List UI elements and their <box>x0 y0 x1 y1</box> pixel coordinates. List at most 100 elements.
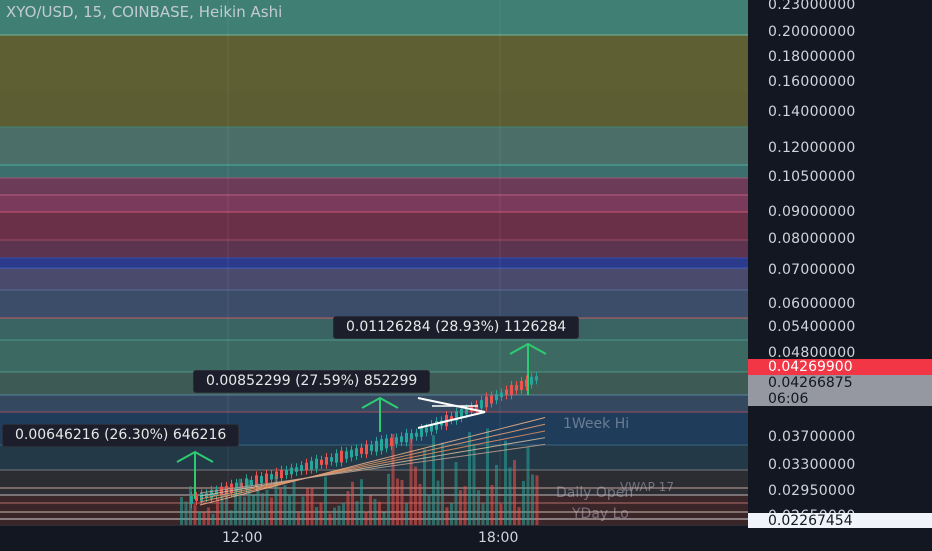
candle-body <box>415 432 418 437</box>
price-tick-label: 0.06000000 <box>768 296 856 312</box>
volume-bar <box>373 498 377 525</box>
price-tick-label: 0.03700000 <box>768 429 856 445</box>
volume-bar <box>310 487 314 525</box>
candle-body <box>315 458 318 469</box>
volume-bar <box>261 493 264 525</box>
volume-bar <box>513 460 516 525</box>
chart-plot-area[interactable]: XYO/USD, 15, COINBASE, Heikin Ashi 0.006… <box>0 0 748 525</box>
volume-bar <box>202 511 206 525</box>
current-price-tag: 0.04266875 <box>748 375 932 391</box>
volume-bar <box>387 473 390 525</box>
time-axis[interactable]: 12:00 18:00 <box>0 525 748 551</box>
price-tick-label: 0.09000000 <box>768 204 856 220</box>
candle-body <box>385 438 388 449</box>
candle-body <box>345 451 348 459</box>
volume-bar <box>328 513 332 525</box>
candle-body <box>380 439 383 451</box>
volume-bar <box>369 495 372 525</box>
price-tick-label: 0.23000000 <box>768 0 856 13</box>
volume-bar <box>292 479 296 525</box>
candle-body <box>290 467 293 475</box>
candle-body <box>200 493 203 501</box>
volume-bar <box>477 490 480 525</box>
price-tick-label: 0.16000000 <box>768 74 856 90</box>
price-tick-label: 0.18000000 <box>768 49 856 65</box>
volume-bar <box>265 489 269 525</box>
volume-bar <box>288 494 291 525</box>
volume-bar <box>211 513 215 525</box>
candle-body <box>335 453 338 463</box>
volume-bar <box>333 507 336 525</box>
volume-bar <box>459 490 462 525</box>
volume-bar <box>342 502 345 525</box>
candle-body <box>425 427 428 433</box>
candle-body <box>365 444 368 455</box>
measurement-callout-2[interactable]: 0.00852299 (27.59%) 852299 <box>193 370 431 393</box>
candle-body <box>305 462 308 471</box>
candle-body <box>370 444 373 451</box>
candle-body <box>515 385 518 391</box>
candle-body <box>500 392 503 398</box>
volume-bar <box>207 507 210 525</box>
volume-bar <box>481 503 485 525</box>
volume-bar <box>423 449 426 525</box>
volume-bar <box>391 433 395 525</box>
volume-bar <box>297 512 300 525</box>
candle-body <box>495 394 498 401</box>
candle-body <box>265 473 268 483</box>
volume-bar <box>405 503 408 525</box>
candle-body <box>330 457 333 462</box>
price-tick-label: 0.14000000 <box>768 104 856 120</box>
level-label-week-hi: 1Week Hi <box>563 416 630 432</box>
price-tick-label: 0.12000000 <box>768 140 856 156</box>
candle-body <box>395 437 398 444</box>
volume-bar <box>220 493 224 525</box>
volume-bar <box>243 496 246 525</box>
volume-bar <box>355 501 359 525</box>
volume-bar <box>418 483 422 525</box>
candle-body <box>400 436 403 442</box>
volume-bar <box>436 480 440 525</box>
measurement-callout-3[interactable]: 0.01126284 (28.93%) 1126284 <box>333 316 580 339</box>
candle-body <box>300 465 303 472</box>
volume-bar <box>198 511 201 525</box>
volume-bar <box>229 510 233 525</box>
volume-bar <box>252 495 255 525</box>
volume-bar <box>283 484 287 525</box>
candle-body <box>405 432 408 443</box>
price-tick-label: 0.20000000 <box>768 24 856 40</box>
volume-bar <box>337 505 341 525</box>
candle-body <box>535 376 538 381</box>
measurement-callout-1[interactable]: 0.00646216 (26.30%) 646216 <box>2 424 240 447</box>
candle-body <box>295 467 298 472</box>
price-tick-label: 0.10500000 <box>768 169 856 185</box>
volume-bar <box>279 488 282 525</box>
volume-bar <box>472 443 476 525</box>
volume-bar <box>454 462 458 525</box>
volume-bar <box>184 501 188 525</box>
volume-bar <box>216 497 219 525</box>
countdown-tag: 06:06 <box>748 391 932 407</box>
volume-bar <box>270 497 273 525</box>
time-tick-label: 18:00 <box>478 530 519 546</box>
candle-body <box>490 395 493 404</box>
volume-bar <box>319 502 323 525</box>
price-tick-label: 0.03300000 <box>768 457 856 473</box>
candle-body <box>530 376 533 385</box>
volume-bar <box>180 496 183 525</box>
price-tick-label: 0.02950000 <box>768 483 856 499</box>
volume-bar <box>189 486 192 525</box>
price-tick-label: 0.08000000 <box>768 231 856 247</box>
volume-bar <box>522 481 525 525</box>
price-axis[interactable]: 0.23000000 0.20000000 0.18000000 0.16000000… <box>748 0 932 529</box>
volume-bar <box>400 479 404 525</box>
volume-bar <box>463 486 467 525</box>
volume-bar <box>414 466 417 525</box>
price-tick-label: 0.07000000 <box>768 262 856 278</box>
candle-body <box>520 380 523 390</box>
volume-bar <box>346 491 350 525</box>
volume-bar <box>193 504 197 525</box>
volume-bar <box>445 507 449 525</box>
candle-body <box>360 447 363 454</box>
candle-body <box>485 396 488 408</box>
